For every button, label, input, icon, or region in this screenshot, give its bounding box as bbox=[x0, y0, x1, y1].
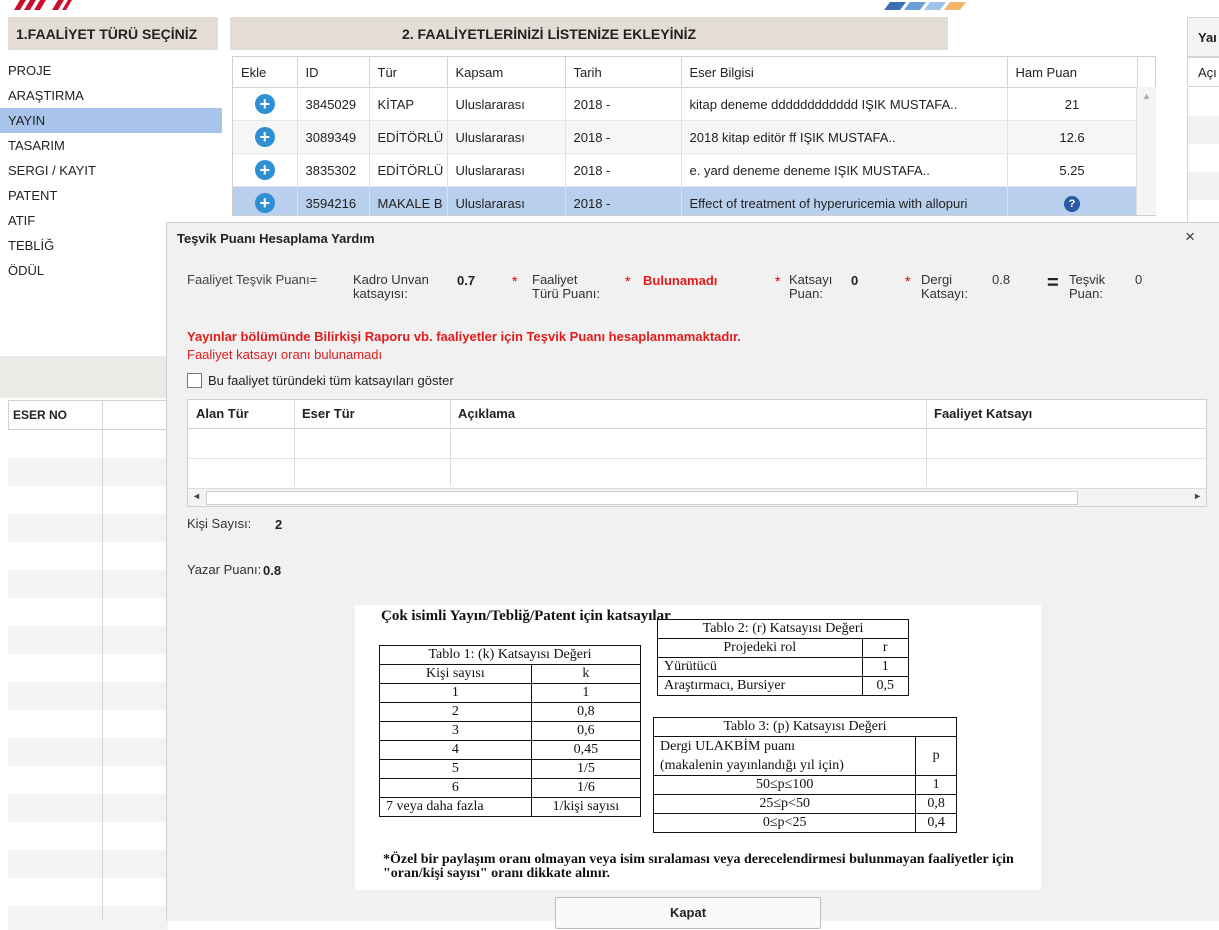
yazar-puani-label: Yazar Puanı: bbox=[187, 562, 262, 577]
kisi-sayisi-value: 2 bbox=[275, 517, 283, 532]
faaliyet-turu-label: Faaliyet Türü Puanı: bbox=[532, 272, 600, 301]
row-divider bbox=[188, 458, 1206, 459]
column-header-ekle[interactable]: Ekle bbox=[233, 57, 298, 88]
scroll-left-arrow-icon[interactable]: ◄ bbox=[192, 491, 201, 501]
column-divider bbox=[294, 400, 295, 486]
section-3-column-label: Açı bbox=[1198, 64, 1217, 80]
coefficient-tables-image: Çok isimli Yayın/Tebliğ/Patent için kats… bbox=[355, 605, 1041, 890]
column-header-kapsam[interactable]: Kapsam bbox=[447, 57, 566, 88]
scroll-right-arrow-icon[interactable]: ► bbox=[1193, 491, 1202, 501]
add-plus-icon[interactable]: + bbox=[254, 94, 275, 114]
dergi-katsayi-value: 0.8 bbox=[992, 272, 1011, 287]
dialog-title: Teşvik Puanı Hesaplama Yardım bbox=[177, 231, 375, 246]
table-vertical-scrollbar[interactable]: ▲ bbox=[1136, 87, 1156, 215]
column-header-aciklama[interactable]: Açıklama bbox=[450, 400, 515, 428]
yazar-puani-value: 0.8 bbox=[263, 563, 282, 578]
show-all-coefficients-row[interactable]: Bu faaliyet türündeki tüm katsayıları gö… bbox=[187, 373, 454, 388]
section-1-header: 1.FAALİYET TÜRÜ SEÇİNİZ bbox=[8, 17, 218, 50]
section-2-title: 2. FAALİYETLERİNİZİ LİSTENİZE EKLEYİNİZ bbox=[401, 25, 697, 42]
column-header-tur[interactable]: Tür bbox=[369, 57, 448, 88]
coefficient-tables-title: Çok isimli Yayın/Tebliğ/Patent için kats… bbox=[381, 608, 671, 624]
activity-type-yayin[interactable]: YAYIN bbox=[0, 108, 222, 133]
table-p-coefficients: Tablo 3: (p) Katsayısı Değeri Dergi ULAK… bbox=[652, 717, 957, 833]
add-plus-icon[interactable]: + bbox=[254, 160, 275, 180]
column-header-id[interactable]: ID bbox=[297, 57, 370, 88]
activity-type-proje[interactable]: PROJE bbox=[0, 58, 222, 83]
activity-type-sergi[interactable]: SERGI / KAYIT bbox=[0, 158, 222, 183]
column-header-eser-bilgisi[interactable]: Eser Bilgisi bbox=[681, 57, 1008, 88]
activity-type-arastirma[interactable]: ARAŞTIRMA bbox=[0, 83, 222, 108]
warning-message: Faaliyet katsayı oranı bulunamadı bbox=[187, 347, 383, 362]
table-row[interactable]: + 3835302 EDİTÖRLÜ Uluslararası 2018 - e… bbox=[233, 153, 1155, 187]
selected-works-panel: ESER NO bbox=[0, 356, 170, 930]
column-divider bbox=[926, 400, 927, 486]
help-question-icon[interactable]: ? bbox=[1064, 195, 1080, 212]
formula-label: Faaliyet Teşvik Puanı= bbox=[187, 272, 318, 287]
table-header-row: Ekle ID Tür Kapsam Tarih Eser Bilgisi Ha… bbox=[233, 57, 1155, 88]
show-all-coefficients-checkbox[interactable] bbox=[187, 373, 202, 388]
column-header-alan-tur[interactable]: Alan Tür bbox=[188, 400, 249, 428]
column-divider bbox=[102, 400, 103, 920]
section-3-header: Yaı bbox=[1187, 17, 1219, 57]
coefficient-tables-note: *Özel bir paylaşım oranı olmayan veya is… bbox=[383, 852, 1014, 881]
logo-icon bbox=[14, 0, 72, 10]
incentive-help-dialog: Teşvik Puanı Hesaplama Yardım × Faaliyet… bbox=[166, 222, 1219, 929]
selected-works-header: ESER NO bbox=[8, 400, 170, 430]
katsayi-puan-label: Katsayı Puan: bbox=[789, 272, 833, 301]
column-header-faaliyet-katsayi[interactable]: Faaliyet Katsayı bbox=[926, 400, 1032, 428]
multiply-star: * bbox=[625, 273, 631, 289]
activity-type-tasarim[interactable]: TASARIM bbox=[0, 133, 222, 158]
column-header-eser-tur[interactable]: Eser Tür bbox=[294, 400, 355, 428]
multiply-star: * bbox=[905, 273, 911, 289]
kisi-sayisi-label: Kişi Sayısı: bbox=[187, 516, 252, 531]
column-header-tarih[interactable]: Tarih bbox=[565, 57, 682, 88]
column-divider bbox=[450, 400, 451, 486]
selected-works-rows bbox=[8, 430, 168, 930]
column-header-eser-no[interactable]: ESER NO bbox=[9, 401, 67, 429]
katsayi-puan-value: 0 bbox=[851, 273, 859, 288]
table-k-coefficients: Tablo 1: (k) Katsayısı Değeri Kişi sayıs… bbox=[379, 645, 642, 817]
coefficients-header-row: Alan Tür Eser Tür Açıklama Faaliyet Kats… bbox=[188, 400, 1206, 429]
brand-bars-icon bbox=[884, 2, 966, 10]
column-header-spacer bbox=[1137, 57, 1155, 88]
faaliyet-turu-value: Bulunamadı bbox=[643, 273, 718, 288]
activity-type-patent[interactable]: PATENT bbox=[0, 183, 222, 208]
scrollbar-thumb[interactable] bbox=[206, 491, 1078, 505]
section-2-header: 2. FAALİYETLERİNİZİ LİSTENİZE EKLEYİNİZ bbox=[230, 17, 948, 50]
add-plus-icon[interactable]: + bbox=[254, 193, 275, 213]
table-r-coefficients: Tablo 2: (r) Katsayısı Değeri Projedeki … bbox=[657, 619, 910, 696]
section-3-title: Yaı bbox=[1198, 29, 1217, 45]
close-button[interactable]: Kapat bbox=[555, 897, 821, 929]
multiply-star: * bbox=[512, 273, 518, 289]
show-all-coefficients-label: Bu faaliyet türündeki tüm katsayıları gö… bbox=[208, 373, 454, 388]
section-1-title: 1.FAALİYET TÜRÜ SEÇİNİZ bbox=[16, 25, 198, 42]
top-header-strip bbox=[0, 0, 1219, 14]
table-row-selected[interactable]: + 3594216 MAKALE B Uluslararası 2018 - E… bbox=[233, 186, 1155, 215]
table-row[interactable]: + 3089349 EDİTÖRLÜ Uluslararası 2018 - 2… bbox=[233, 120, 1155, 154]
coefficients-table: Alan Tür Eser Tür Açıklama Faaliyet Kats… bbox=[187, 399, 1207, 507]
tesvik-puan-label: Teşvik Puan: bbox=[1069, 272, 1106, 301]
section-3-column-header: Açı bbox=[1187, 57, 1219, 87]
equals-sign: = bbox=[1047, 272, 1059, 294]
add-plus-icon[interactable]: + bbox=[254, 127, 275, 147]
panel-toolbar bbox=[0, 356, 166, 398]
column-header-ham-puan[interactable]: Ham Puan bbox=[1007, 57, 1138, 88]
kadro-unvan-value: 0.7 bbox=[457, 273, 476, 288]
dergi-katsayi-label: Dergi Katsayı: bbox=[921, 272, 968, 301]
coefficients-horizontal-scrollbar[interactable]: ◄ ► bbox=[188, 488, 1206, 506]
table-row[interactable]: + 3845029 KİTAP Uluslararası 2018 - kita… bbox=[233, 87, 1155, 121]
tesvik-puan-value: 0 bbox=[1135, 272, 1143, 287]
close-icon[interactable]: × bbox=[1185, 227, 1195, 247]
scroll-up-arrow-icon[interactable]: ▲ bbox=[1142, 91, 1151, 101]
multiply-star: * bbox=[775, 273, 781, 289]
activity-table: Ekle ID Tür Kapsam Tarih Eser Bilgisi Ha… bbox=[232, 56, 1156, 216]
kadro-unvan-label: Kadro Unvan katsayısı: bbox=[353, 272, 429, 301]
warning-message-bold: Yayınlar bölümünde Bilirkişi Raporu vb. … bbox=[187, 329, 741, 344]
